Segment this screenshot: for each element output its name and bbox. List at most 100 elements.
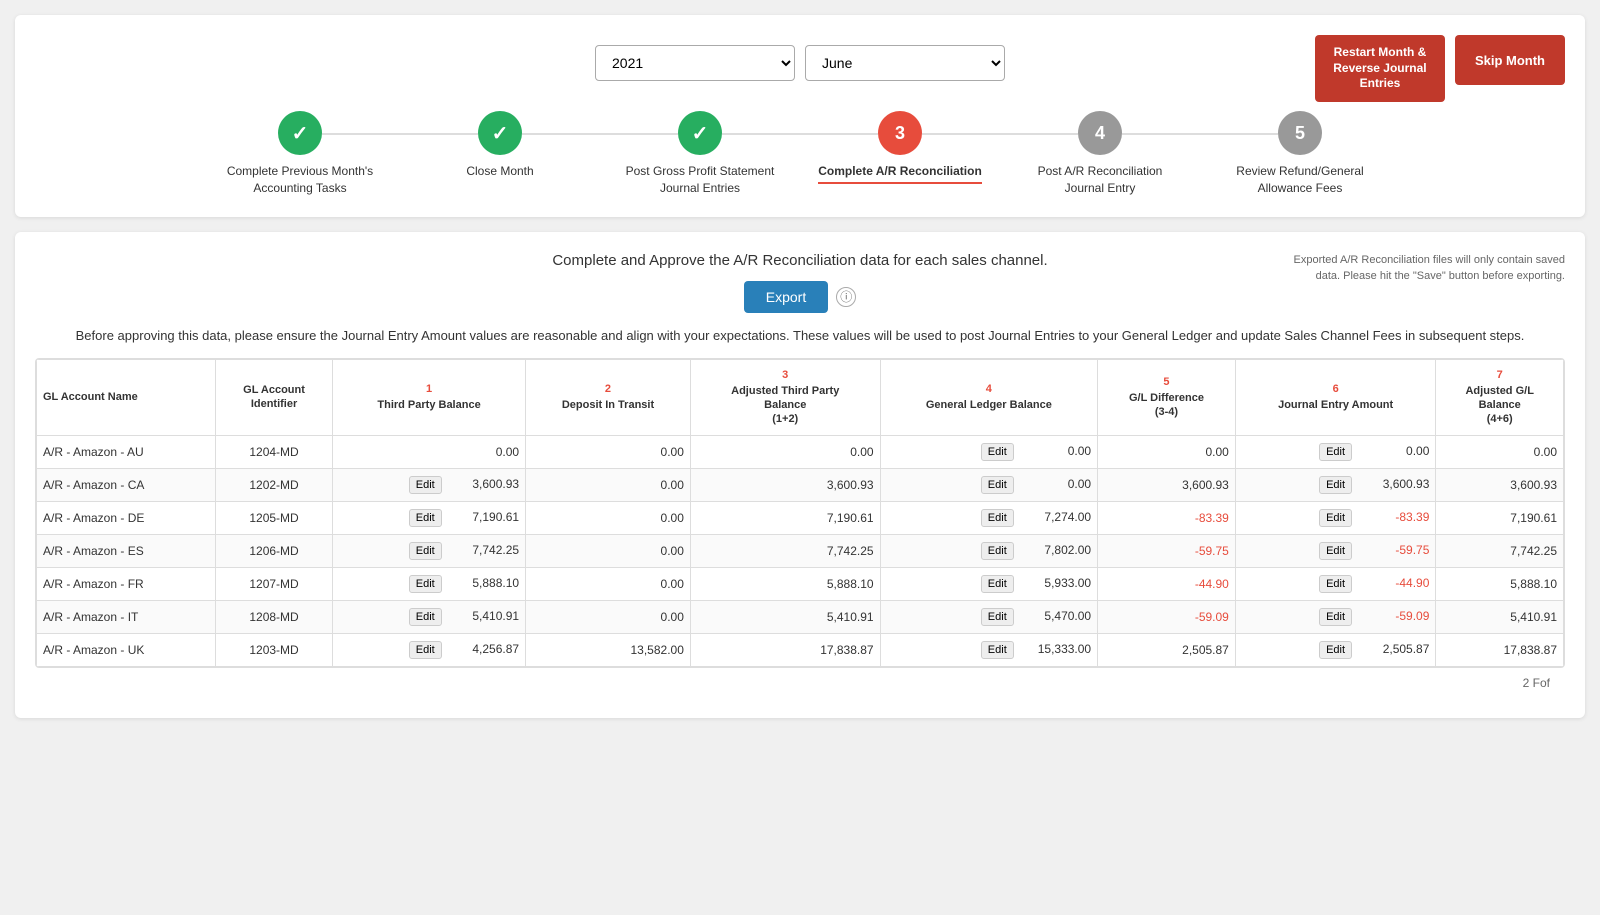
cell-adj-tp: 5,888.10 — [690, 567, 880, 600]
adj-gl-value: 3,600.93 — [1510, 478, 1557, 492]
tp-value: 4,256.87 — [449, 642, 519, 656]
content-header: Complete and Approve the A/R Reconciliat… — [35, 252, 1565, 313]
edit-gl-button[interactable]: Edit — [981, 542, 1014, 560]
table-row: A/R - Amazon - DE 1205-MD Edit 7,190.61 … — [37, 501, 1564, 534]
step-1-label: Complete Previous Month'sAccounting Task… — [227, 163, 373, 197]
restart-button[interactable]: Restart Month & Reverse Journal Entries — [1315, 35, 1445, 102]
cell-deposit: 0.00 — [526, 534, 691, 567]
steps-row: ✓ Complete Previous Month'sAccounting Ta… — [35, 111, 1565, 197]
je-amount-value: -83.39 — [1359, 510, 1429, 524]
step-1: ✓ Complete Previous Month'sAccounting Ta… — [200, 111, 400, 197]
table-row: A/R - Amazon - UK 1203-MD Edit 4,256.87 … — [37, 633, 1564, 666]
cell-identifier: 1208-MD — [216, 600, 333, 633]
year-dropdown[interactable]: 2021 — [595, 45, 795, 81]
adj-gl-value: 7,742.25 — [1510, 544, 1557, 558]
edit-je-button[interactable]: Edit — [1319, 443, 1352, 461]
edit-je-button[interactable]: Edit — [1319, 542, 1352, 560]
check-icon-2: ✓ — [492, 121, 509, 146]
edit-gl-button[interactable]: Edit — [981, 443, 1014, 461]
edit-gl-button[interactable]: Edit — [981, 509, 1014, 527]
step-3-circle: ✓ — [678, 111, 722, 155]
cell-je-amount: Edit -59.09 — [1235, 600, 1436, 633]
step-1-circle: ✓ — [278, 111, 322, 155]
cell-adj-gl: 5,410.91 — [1436, 600, 1564, 633]
check-icon: ✓ — [292, 121, 309, 146]
gl-balance-value: 5,933.00 — [1021, 576, 1091, 590]
cell-adj-tp: 3,600.93 — [690, 468, 880, 501]
edit-tp-button[interactable]: Edit — [409, 509, 442, 527]
edit-je-button[interactable]: Edit — [1319, 575, 1352, 593]
cell-deposit: 0.00 — [526, 468, 691, 501]
edit-tp-button[interactable]: Edit — [409, 575, 442, 593]
adj-gl-value: 5,888.10 — [1510, 577, 1557, 591]
adj-gl-value: 0.00 — [1534, 445, 1557, 459]
step-6-num: 5 — [1295, 123, 1305, 144]
gl-diff-value: 2,505.87 — [1182, 643, 1229, 657]
adj-gl-value: 5,410.91 — [1510, 610, 1557, 624]
col-gl-diff: 5 G/L Difference(3-4) — [1098, 359, 1236, 435]
cell-deposit: 0.00 — [526, 600, 691, 633]
col-gl-account-name: GL Account Name — [37, 359, 216, 435]
edit-je-button[interactable]: Edit — [1319, 509, 1352, 527]
cell-identifier: 1206-MD — [216, 534, 333, 567]
col-third-party: 1 Third Party Balance — [333, 359, 526, 435]
table-wrapper[interactable]: GL Account Name GL AccountIdentifier 1 T… — [35, 358, 1565, 668]
cell-adj-tp: 5,410.91 — [690, 600, 880, 633]
cell-identifier: 1207-MD — [216, 567, 333, 600]
edit-je-button[interactable]: Edit — [1319, 641, 1352, 659]
export-note: Exported A/R Reconciliation files will o… — [1285, 252, 1565, 285]
deposit-value: 0.00 — [614, 511, 684, 525]
gl-diff-value: -83.39 — [1195, 511, 1229, 525]
col-gl-identifier: GL AccountIdentifier — [216, 359, 333, 435]
adj-gl-value: 17,838.87 — [1504, 643, 1557, 657]
tp-value: 3,600.93 — [449, 477, 519, 491]
tp-value: 0.00 — [449, 445, 519, 459]
cell-identifier: 1203-MD — [216, 633, 333, 666]
edit-gl-button[interactable]: Edit — [981, 476, 1014, 494]
gl-diff-value: -44.90 — [1195, 577, 1229, 591]
cell-gl-balance: Edit 5,470.00 — [880, 600, 1098, 633]
step-4-label: Complete A/R Reconciliation — [818, 163, 982, 184]
tp-value: 7,190.61 — [449, 510, 519, 524]
col-adj-tp: 3 Adjusted Third PartyBalance(1+2) — [690, 359, 880, 435]
edit-tp-button[interactable]: Edit — [409, 641, 442, 659]
step-4-circle: 3 — [878, 111, 922, 155]
edit-tp-button[interactable]: Edit — [409, 476, 442, 494]
cell-adj-gl: 0.00 — [1436, 435, 1564, 468]
cell-tp-balance: Edit 5,410.91 — [333, 600, 526, 633]
cell-tp-balance: 0.00 — [333, 435, 526, 468]
table-row: A/R - Amazon - FR 1207-MD Edit 5,888.10 … — [37, 567, 1564, 600]
cell-gl-diff: -59.75 — [1098, 534, 1236, 567]
cell-identifier: 1205-MD — [216, 501, 333, 534]
edit-je-button[interactable]: Edit — [1319, 476, 1352, 494]
cell-identifier: 1202-MD — [216, 468, 333, 501]
je-amount-value: 2,505.87 — [1359, 642, 1429, 656]
export-button[interactable]: Export — [744, 281, 828, 313]
je-amount-value: -59.09 — [1359, 609, 1429, 623]
tp-value: 7,742.25 — [449, 543, 519, 557]
edit-je-button[interactable]: Edit — [1319, 608, 1352, 626]
tp-value: 5,888.10 — [449, 576, 519, 590]
check-icon-3: ✓ — [692, 121, 709, 146]
gl-balance-value: 0.00 — [1021, 444, 1091, 458]
cell-deposit: 0.00 — [526, 435, 691, 468]
month-dropdown[interactable]: June — [805, 45, 1005, 81]
cell-adj-gl: 7,742.25 — [1436, 534, 1564, 567]
edit-tp-button[interactable]: Edit — [409, 542, 442, 560]
edit-gl-button[interactable]: Edit — [981, 608, 1014, 626]
cell-gl-balance: Edit 0.00 — [880, 435, 1098, 468]
cell-adj-tp: 0.00 — [690, 435, 880, 468]
skip-month-button[interactable]: Skip Month — [1455, 35, 1565, 85]
step-6-circle: 5 — [1278, 111, 1322, 155]
cell-account-name: A/R - Amazon - CA — [37, 468, 216, 501]
deposit-value: 13,582.00 — [614, 643, 684, 657]
edit-tp-button[interactable]: Edit — [409, 608, 442, 626]
edit-gl-button[interactable]: Edit — [981, 641, 1014, 659]
step-3: ✓ Post Gross Profit StatementJournal Ent… — [600, 111, 800, 197]
step-5-circle: 4 — [1078, 111, 1122, 155]
je-amount-value: 0.00 — [1359, 444, 1429, 458]
step-5-label: Post A/R ReconciliationJournal Entry — [1038, 163, 1163, 197]
info-icon[interactable]: ⓘ — [836, 287, 856, 307]
edit-gl-button[interactable]: Edit — [981, 575, 1014, 593]
cell-adj-gl: 5,888.10 — [1436, 567, 1564, 600]
